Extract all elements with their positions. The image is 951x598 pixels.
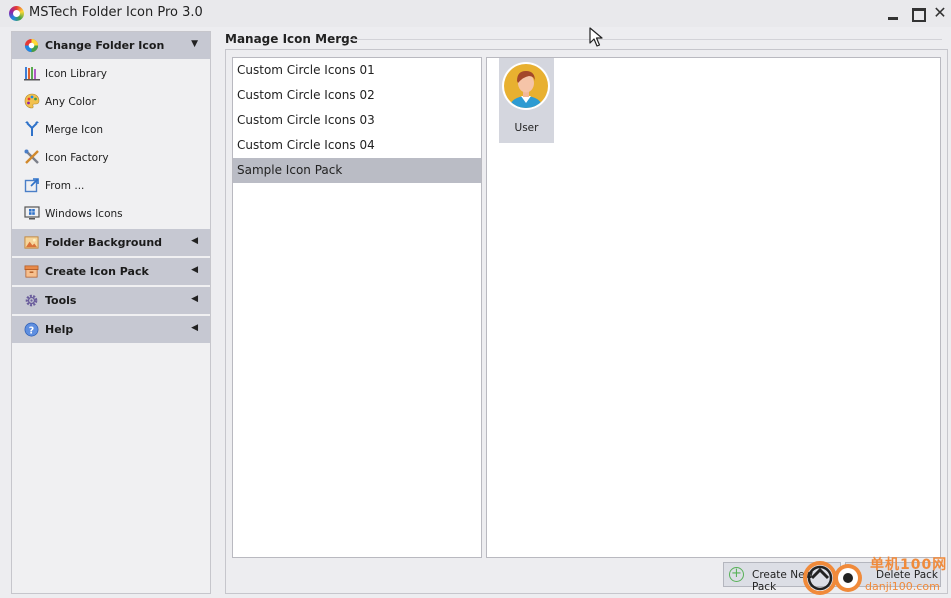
windows-monitor-icon [24,206,40,220]
icon-tile-user[interactable]: User [499,58,554,143]
section-divider [350,39,942,40]
user-avatar-icon [502,62,550,110]
group-help[interactable]: ? Help ◀ [12,316,210,343]
caret-left-icon: ◀ [191,265,198,275]
list-item[interactable]: Custom Circle Icons 01 [233,58,481,83]
color-wheel-icon [24,38,39,53]
watermark-text: 单机100网 [870,557,948,573]
sidebar-item-label: Icon Library [45,68,108,80]
svg-text:?: ? [29,325,34,336]
caret-left-icon: ◀ [191,294,198,304]
sidebar-item-from[interactable]: From ... [12,172,210,200]
watermark-logo-icon [803,561,862,595]
sidebar-item-windows-icons[interactable]: Windows Icons [12,200,210,228]
watermark-url: danji100.com [865,580,940,593]
caret-down-icon: ▼ [191,39,198,49]
plus-circle-icon: + [729,567,744,582]
icon-grid[interactable]: User [486,57,941,558]
merge-icon [25,121,39,136]
box-icon [24,265,39,278]
section-title: Manage Icon Merge [225,32,358,46]
palette-icon [24,93,40,109]
sidebar-item-label: Merge Icon [45,124,104,136]
group-label: Folder Background [45,236,163,249]
group-tools[interactable]: Tools ◀ [12,287,210,314]
maximize-button[interactable] [906,3,928,23]
library-icon [24,67,40,81]
mouse-cursor-icon [589,27,603,47]
sidebar-item-merge-icon[interactable]: Merge Icon [12,116,210,144]
caret-left-icon: ◀ [191,236,198,246]
list-item[interactable]: Custom Circle Icons 03 [233,108,481,133]
sidebar-item-label: From ... [45,180,85,192]
gear-icon [25,294,38,307]
group-change-folder-icon[interactable]: Change Folder Icon ▼ [12,32,210,59]
sidebar-item-label: Any Color [45,96,96,108]
title-bar: MSTech Folder Icon Pro 3.0 ✕ [0,0,951,27]
caret-left-icon: ◀ [191,323,198,333]
picture-icon [24,236,39,249]
group-folder-background[interactable]: Folder Background ◀ [12,229,210,256]
close-button[interactable]: ✕ [929,3,951,23]
help-icon: ? [24,322,39,337]
pack-list[interactable]: Custom Circle Icons 01 Custom Circle Ico… [232,57,482,558]
group-label: Create Icon Pack [45,265,149,278]
list-item[interactable]: Custom Circle Icons 04 [233,133,481,158]
minimize-button[interactable] [882,3,904,23]
sidebar-item-icon-factory[interactable]: Icon Factory [12,144,210,172]
group-label: Tools [45,294,77,307]
sidebar-item-label: Icon Factory [45,152,109,164]
icon-tile-label: User [514,122,539,134]
group-label: Help [45,323,74,336]
window-title: MSTech Folder Icon Pro 3.0 [29,5,203,20]
sidebar-item-label: Windows Icons [45,208,123,220]
sidebar-item-icon-library[interactable]: Icon Library [12,60,210,88]
group-create-icon-pack[interactable]: Create Icon Pack ◀ [12,258,210,285]
list-item-selected[interactable]: Sample Icon Pack [233,158,481,183]
app-logo-icon [9,6,24,21]
sidebar: Change Folder Icon ▼ Icon Library Any Co… [11,31,211,594]
watermark: 单机100网 danji100.com [800,554,951,598]
tools-icon [24,149,39,164]
group-label: Change Folder Icon [45,39,165,52]
sidebar-item-any-color[interactable]: Any Color [12,88,210,116]
external-link-icon [24,178,39,193]
list-item[interactable]: Custom Circle Icons 02 [233,83,481,108]
